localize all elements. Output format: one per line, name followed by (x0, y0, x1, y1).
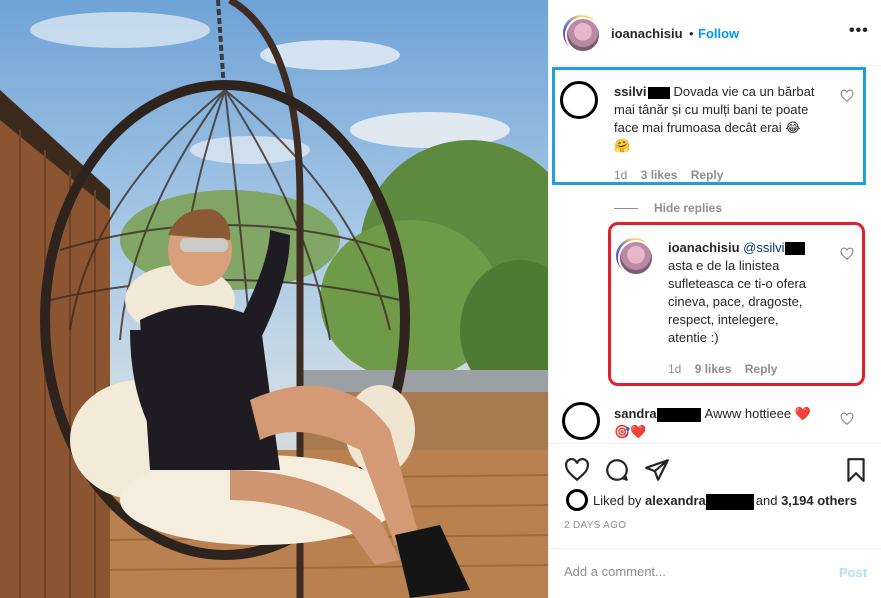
post-comment-button[interactable]: Post (839, 565, 867, 580)
comment-text-line1: Dovada vie ca un bărbat (673, 84, 815, 99)
reply-username[interactable]: ioanachisiu (668, 240, 740, 255)
likes-user[interactable]: alexandra (645, 493, 706, 508)
mention-redaction (784, 242, 805, 256)
author-username[interactable]: ioanachisiu (611, 26, 683, 41)
post-timestamp[interactable]: 2 DAYS AGO (564, 520, 626, 531)
username-redaction (656, 407, 701, 422)
post-photo[interactable] (0, 0, 548, 598)
reply-likes-count[interactable]: 9 likes (695, 362, 732, 376)
reply-like-heart-icon[interactable] (840, 247, 854, 261)
comment-username[interactable]: sandra (614, 406, 657, 421)
hide-replies-label: Hide replies (654, 201, 723, 215)
reply-meta: 1d 9 likes Reply (668, 362, 787, 376)
add-comment-bar: Post (548, 548, 881, 598)
liker-avatar-redacted (566, 489, 588, 511)
comment-text-line2: 🎯❤️ (614, 424, 647, 439)
comment-text-line2: mai tânăr și cu mulți bani te poate (614, 102, 809, 117)
comment-item: sandra Awww hottieee ❤️ 🎯❤️ (614, 405, 834, 441)
likes-prefix: Liked by (593, 493, 642, 508)
reply-line-4: respect, intelegere, (668, 312, 779, 327)
reply-line-5: atentie :) (668, 330, 719, 345)
likes-user-redaction (705, 493, 754, 510)
comment-icon[interactable] (604, 457, 630, 483)
comment-like-heart-icon[interactable] (840, 89, 854, 103)
bookmark-icon[interactable] (843, 457, 869, 483)
post-photo-illustration (0, 0, 548, 598)
avatar-redacted (560, 81, 598, 119)
likes-summary[interactable]: Liked by alexandra and 3,194 others (593, 493, 857, 510)
follow-button[interactable]: Follow (698, 26, 739, 41)
comment-likes-count[interactable]: 3 likes (641, 168, 678, 182)
comment-item: ssilvi Dovada vie ca un bărbat mai tânăr … (614, 83, 834, 155)
author-avatar[interactable] (563, 15, 601, 53)
reply-line-2: sufleteasca ce ti-o ofera (668, 276, 807, 291)
comment-username[interactable]: ssilvi (614, 84, 647, 99)
comment-text: Awww hottieee ❤️ (704, 406, 811, 421)
header-separator: • (689, 26, 694, 41)
more-options-icon[interactable]: ••• (849, 22, 869, 40)
hide-replies-line (614, 208, 638, 210)
share-icon[interactable] (644, 457, 670, 483)
comment-text-line4: 🤗 (614, 138, 631, 153)
reply-author-avatar[interactable] (616, 238, 654, 276)
comment-age: 1d (614, 168, 628, 182)
comment-meta: 1d 3 likes Reply (614, 168, 733, 182)
reply-button[interactable]: Reply (691, 168, 724, 182)
comment-text-line3: face mai frumoasa decât erai 😂 (614, 120, 801, 135)
heart-icon[interactable] (564, 457, 590, 483)
likes-others[interactable]: 3,194 others (781, 493, 857, 508)
post-header: ioanachisiu • Follow ••• (549, 0, 881, 66)
username-redaction (647, 86, 670, 99)
reply-reply-button[interactable]: Reply (745, 362, 778, 376)
reply-line-3: cineva, pace, dragoste, (668, 294, 803, 309)
comment-like-heart-icon[interactable] (840, 412, 854, 426)
likes-suffix: and (755, 493, 778, 508)
add-comment-input[interactable] (564, 564, 824, 579)
reply-mention[interactable]: @ssilvi (743, 240, 784, 255)
reply-age: 1d (668, 362, 682, 376)
avatar-redacted (562, 402, 600, 440)
reply-item: ioanachisiu @ssilvi asta e de la liniste… (668, 239, 838, 347)
hide-replies-toggle[interactable]: Hide replies (614, 201, 722, 215)
reply-line-1: asta e de la linistea (668, 258, 780, 273)
